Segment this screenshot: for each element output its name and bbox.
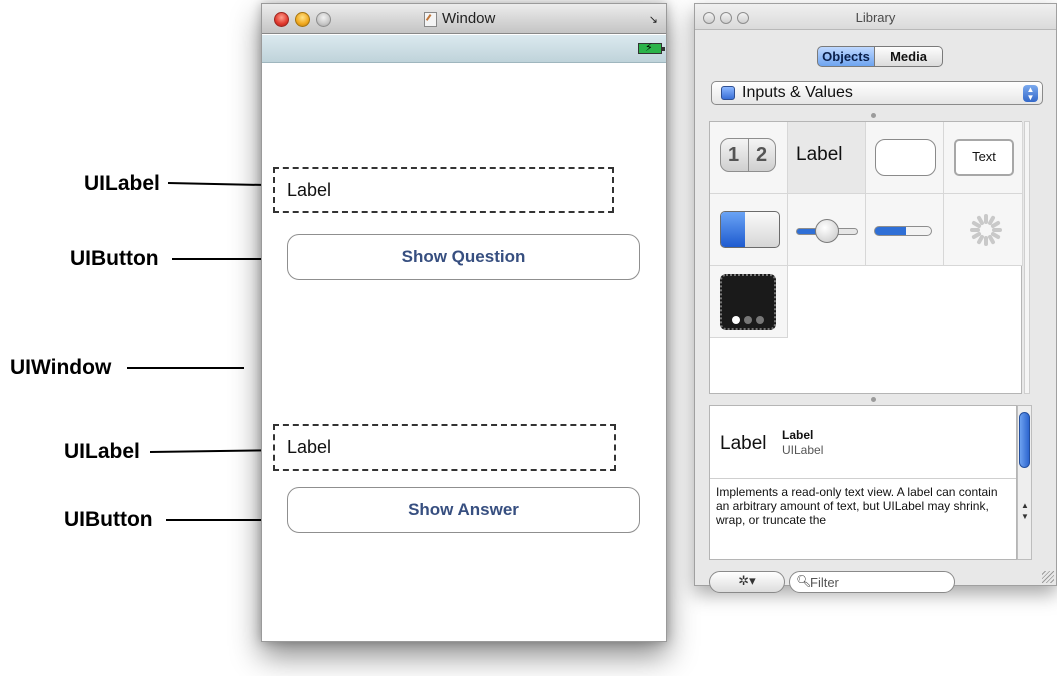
annotation-uiwindow: UIWindow <box>10 356 112 379</box>
description-text: Implements a read-only text view. A labe… <box>716 485 998 527</box>
label-item-text: Label <box>796 144 843 165</box>
category-popup-label: Inputs & Values <box>742 84 853 101</box>
annotation-line-window <box>127 367 244 369</box>
description-scrollbar[interactable]: ▲ ▼ <box>1017 405 1032 560</box>
library-panel[interactable]: Library Objects Media Inputs & Values ▲ ▼… <box>694 3 1057 593</box>
split-handle-top-icon[interactable] <box>871 113 876 118</box>
library-item-activity-indicator[interactable] <box>944 194 1023 266</box>
page-control-icon <box>720 274 776 330</box>
tab-media[interactable]: Media <box>875 46 943 67</box>
scroll-arrows-icon[interactable]: ▲ ▼ <box>1021 500 1029 522</box>
grid-scrollbar[interactable] <box>1024 121 1030 394</box>
minimize-button[interactable] <box>295 12 310 27</box>
library-item-progress-view[interactable] <box>866 194 944 266</box>
collapse-arrow-icon[interactable]: ↘ <box>649 13 658 26</box>
library-item-slider[interactable] <box>788 194 866 266</box>
switch-icon <box>720 211 780 248</box>
annotation-uibutton-bottom: UIButton <box>64 508 153 531</box>
annotation-uilabel-bottom: UILabel <box>64 440 140 463</box>
resize-grip-icon[interactable] <box>1042 571 1054 583</box>
filter-input[interactable] <box>810 573 948 591</box>
library-item-label[interactable]: Label <box>788 122 866 194</box>
close-button[interactable] <box>274 12 289 27</box>
segment-label-1: 1 <box>728 144 740 166</box>
show-answer-button[interactable]: Show Answer <box>287 487 640 533</box>
filter-field[interactable]: 🔍︎ <box>789 571 955 593</box>
search-icon: 🔍︎ <box>796 574 812 588</box>
document-icon <box>424 12 437 27</box>
segment-label-2: 2 <box>756 144 768 166</box>
window-titlebar[interactable]: Window ↘ <box>262 4 666 34</box>
ib-window[interactable]: Window ↘ Label Show Question Label Show … <box>261 3 667 642</box>
library-item-page-control[interactable] <box>710 266 788 338</box>
progress-view-icon <box>874 226 932 236</box>
battery-icon <box>638 41 665 54</box>
label-top[interactable]: Label <box>273 167 614 213</box>
gear-icon: ✲▾ <box>738 574 756 589</box>
object-grid: 1 2 Label Text <box>709 121 1023 394</box>
popup-arrows-icon: ▲ ▼ <box>1023 85 1038 102</box>
show-question-button[interactable]: Show Question <box>287 234 640 280</box>
tab-objects[interactable]: Objects <box>817 46 875 67</box>
annotation-line-label-top <box>167 182 272 187</box>
split-handle-bottom-icon[interactable] <box>871 397 876 402</box>
window-title: Window <box>442 10 496 27</box>
annotation-line-label-bottom <box>149 449 277 453</box>
library-titlebar[interactable]: Library <box>695 4 1056 30</box>
description-divider <box>710 478 1016 479</box>
description-scroll-thumb[interactable] <box>1019 412 1030 468</box>
library-folder-icon <box>721 86 735 100</box>
description-item-name: Label <box>782 428 814 442</box>
library-item-round-rect-button[interactable] <box>866 122 944 194</box>
description-class-name: UILabel <box>782 443 824 457</box>
library-item-segmented-control[interactable]: 1 2 <box>710 122 788 194</box>
zoom-button[interactable] <box>316 12 331 27</box>
annotation-uilabel-top: UILabel <box>84 172 160 195</box>
description-preview-label: Label <box>720 433 767 454</box>
status-bar <box>262 35 666 63</box>
category-popup[interactable]: Inputs & Values ▲ ▼ <box>711 81 1043 105</box>
text-field-icon: Text <box>954 139 1014 176</box>
segmented-control-icon: 1 2 <box>720 138 776 172</box>
library-item-text-field[interactable]: Text <box>944 122 1023 194</box>
slider-knob-icon <box>815 219 839 243</box>
description-pane: Label Label UILabel Implements a read-on… <box>709 405 1017 560</box>
annotation-uibutton-top: UIButton <box>70 247 159 270</box>
activity-indicator-icon <box>970 214 1002 246</box>
action-menu-button[interactable]: ✲▾ <box>709 571 785 593</box>
round-rect-button-icon <box>875 139 936 176</box>
library-title: Library <box>855 10 896 25</box>
label-bottom[interactable]: Label <box>273 424 616 471</box>
library-item-switch[interactable] <box>710 194 788 266</box>
